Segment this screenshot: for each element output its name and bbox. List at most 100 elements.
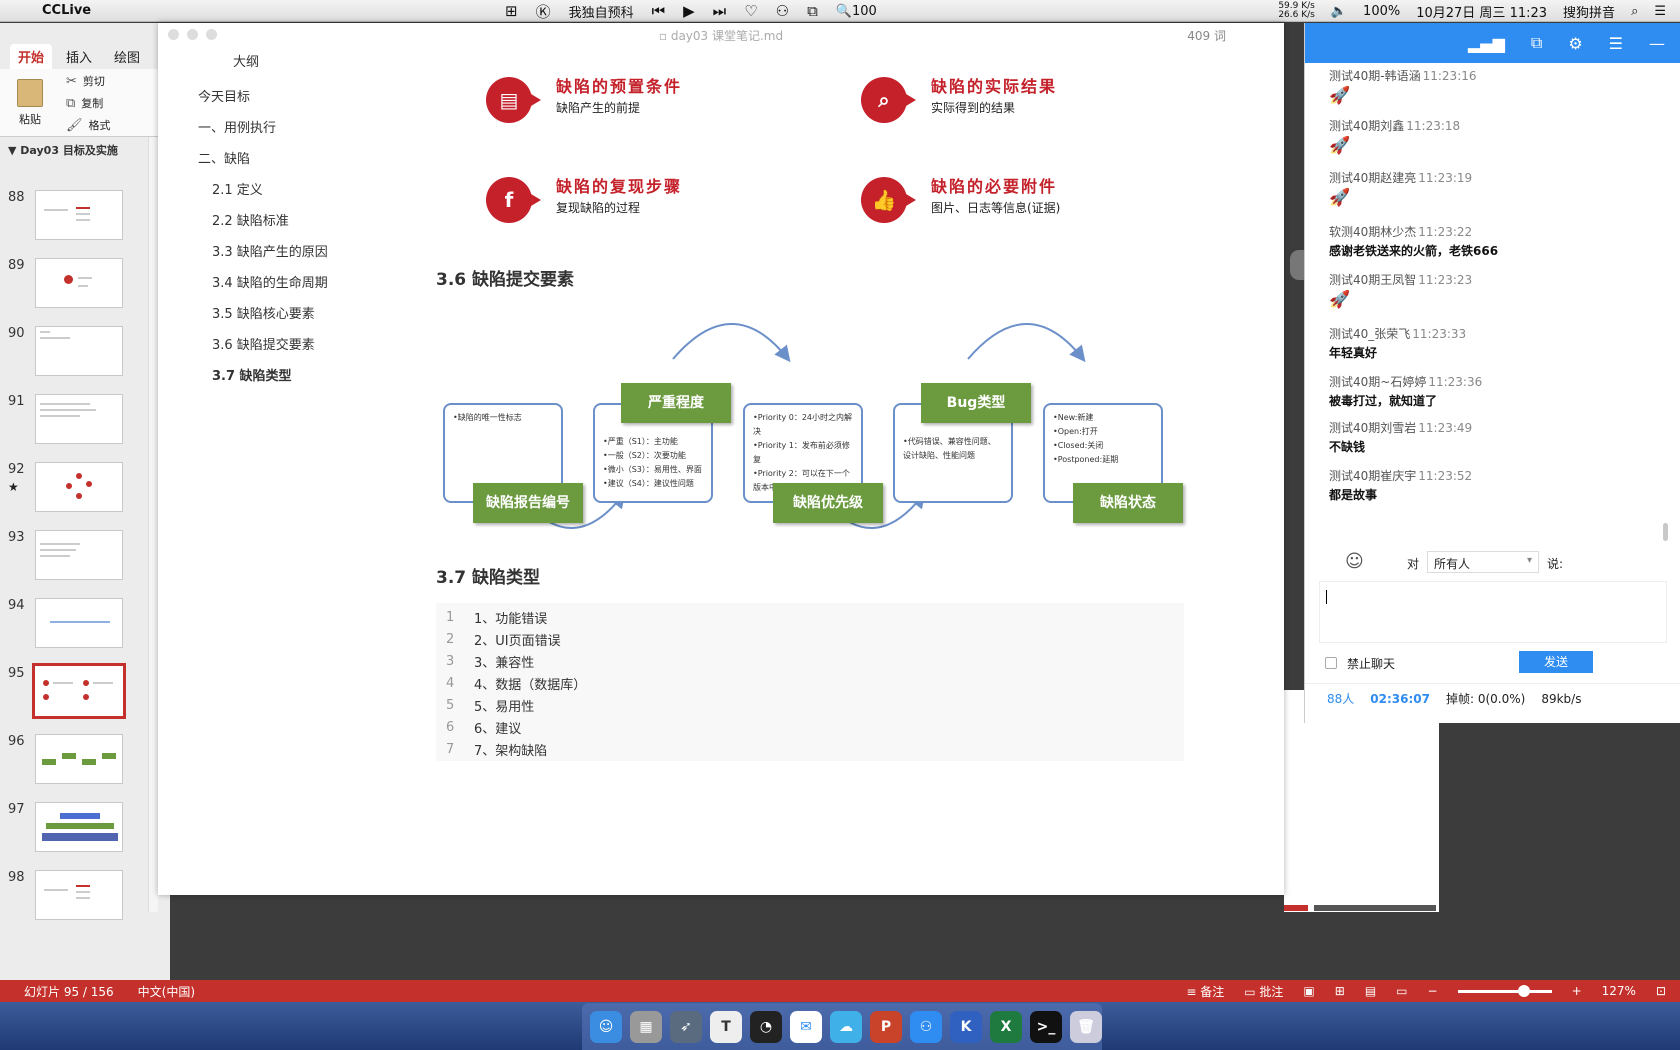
window-icon[interactable]: ⊞ (505, 2, 518, 20)
copy-label: 复制 (81, 97, 104, 110)
play-icon[interactable]: ▶ (683, 2, 695, 20)
send-button[interactable]: 发送 (1519, 651, 1593, 673)
code-line: 3 3、兼容性 (436, 650, 1184, 672)
outline-item[interactable]: 二、缺陷 (198, 148, 358, 171)
chat-input[interactable] (1319, 581, 1667, 643)
format-button[interactable]: 🖌 格式 (66, 117, 111, 133)
slideshow-icon[interactable]: ▭ (1396, 984, 1407, 998)
outline-item[interactable]: 3.6 缺陷提交要素 (198, 334, 358, 357)
menu-icon[interactable]: ☰ (1609, 34, 1623, 53)
spotlight-icon[interactable]: ⌕ (1631, 4, 1638, 19)
language[interactable]: 中文(中国) (138, 983, 195, 1000)
elapsed-time: 02:36:07 (1370, 691, 1430, 706)
tab-draw[interactable]: 绘图 (106, 44, 148, 69)
excel-icon[interactable]: X (990, 1010, 1022, 1043)
zoom-out-button[interactable]: − (1428, 984, 1438, 998)
slide-thumb[interactable]: 97 (0, 796, 150, 856)
launchpad-icon[interactable]: ▦ (630, 1010, 662, 1043)
mute-chat-checkbox[interactable] (1325, 657, 1337, 669)
code-block[interactable]: 1 1、功能错误 2 2、UI页面错误 3 3、兼容性 4 4、数据（数据库） 5 5、易… (436, 603, 1184, 761)
word-count[interactable]: 409 词 (1187, 27, 1226, 44)
slide-thumb[interactable]: 88 (0, 184, 150, 244)
speedometer-icon[interactable]: ◔ (750, 1010, 782, 1043)
outline-item-active[interactable]: 3.7 缺陷类型 (198, 365, 358, 388)
minimize-icon[interactable]: — (1649, 34, 1665, 53)
slide-thumb[interactable]: 96 (0, 728, 150, 788)
code-line: 2 2、UI页面错误 (436, 628, 1184, 650)
menu-bar: CCLive ⊞ Ⓚ 我独自预科 ⏮ ▶ ⏭ ♡ ⚇ ⧉ 🔍100 59.9 K… (0, 0, 1680, 22)
slide-thumb[interactable]: 90 (0, 320, 150, 380)
search-counter[interactable]: 🔍100 (836, 4, 877, 19)
trash-icon[interactable]: 🗑 (1070, 1010, 1102, 1043)
slide-thumb[interactable]: 91 (0, 388, 150, 448)
tab-insert[interactable]: 插入 (58, 44, 100, 69)
screen-icon[interactable]: ⧉ (807, 2, 818, 20)
k-icon[interactable]: Ⓚ (536, 1, 551, 22)
outline-item[interactable]: 今天目标 (198, 86, 358, 109)
gear-icon[interactable]: ⚙ (1568, 34, 1582, 53)
emoji-icon[interactable]: ☺ (1345, 551, 1364, 572)
slide-thumb[interactable]: 89 (0, 252, 150, 312)
chat-scrollbar[interactable] (1663, 523, 1668, 541)
outline-item[interactable]: 2.1 定义 (198, 179, 358, 202)
zoom-level[interactable]: 127% (1602, 984, 1636, 998)
cloud-icon[interactable]: ☁ (830, 1010, 862, 1043)
normal-view-icon[interactable]: ▣ (1303, 984, 1314, 998)
message-time: 11:23:23 (1418, 273, 1473, 287)
defect-elements-diagram: •缺陷的唯一性标志 缺陷报告编号 •严重（S1）：主功能 •一般（S2）：次要功… (443, 319, 1183, 559)
heart-icon[interactable]: ♡ (744, 2, 757, 20)
comments-button[interactable]: ▭ 批注 (1244, 983, 1283, 1000)
terminal-icon[interactable]: >_ (1030, 1010, 1062, 1043)
zoom-slider[interactable] (1457, 984, 1552, 997)
zoom-in-button[interactable]: + (1572, 984, 1582, 998)
copy-button[interactable]: ⧉ 复制 (66, 95, 103, 111)
fit-window-icon[interactable]: ⊡ (1656, 984, 1666, 998)
notes-button[interactable]: ≡ 备注 (1186, 983, 1224, 1000)
chat-toolbar: ▂▄▆ ⧉ ⚙ ☰ — (1305, 23, 1680, 63)
clock[interactable]: 10月27日 周三 11:23 (1416, 2, 1547, 21)
outline-item[interactable]: 3.4 缺陷的生命周期 (198, 272, 358, 295)
outline-item[interactable]: 3.5 缺陷核心要素 (198, 303, 358, 326)
dock: ☺ ▦ ➶ T ◔ ✉ ☁ P ⚇ K X >_ 🗑 (582, 1003, 1102, 1050)
menu-list-icon[interactable]: ☰ (1654, 4, 1666, 19)
battery-level[interactable]: 100% (1363, 4, 1400, 19)
finder-icon[interactable]: ☺ (590, 1010, 622, 1043)
section-header[interactable]: ▼ Day03 目标及实施 (8, 142, 118, 158)
qq-icon[interactable]: ✉ (790, 1010, 822, 1043)
slide-thumb[interactable]: 93 (0, 524, 150, 584)
previous-track-icon[interactable]: ⏮ (652, 2, 666, 20)
slide-thumb[interactable]: 92 ★ (0, 456, 150, 516)
paste-label: 粘贴 (19, 113, 41, 126)
slide-preview (32, 663, 126, 719)
rocket-icon[interactable]: ➶ (670, 1010, 702, 1043)
outline-item[interactable]: 一、用例执行 (198, 117, 358, 140)
message-text: 不缺钱 (1329, 440, 1366, 454)
sorter-view-icon[interactable]: ⊞ (1335, 984, 1345, 998)
typora-icon[interactable]: T (710, 1010, 742, 1043)
window-mode-icon[interactable]: ⧉ (1531, 33, 1542, 53)
next-track-icon[interactable]: ⏭ (713, 2, 727, 20)
feature-repro-steps: f 缺陷的复现步骤 复现缺陷的过程 (486, 173, 816, 229)
menubar-title[interactable]: 我独自预科 (569, 2, 634, 21)
k-app-icon[interactable]: K (950, 1010, 982, 1043)
outline-item[interactable]: 2.2 缺陷标准 (198, 210, 358, 233)
recipient-select[interactable]: 所有人 (1427, 551, 1539, 573)
paste-button[interactable]: 粘贴 (12, 79, 48, 127)
slide-thumb-selected[interactable]: 95 (0, 660, 150, 720)
network-icon[interactable]: ⚇ (910, 1010, 942, 1043)
share-icon[interactable]: ⚇ (776, 2, 789, 20)
cut-button[interactable]: ✂ 剪切 (66, 73, 105, 89)
line-text: 1、功能错误 (474, 611, 548, 627)
input-method[interactable]: 搜狗拼音 (1563, 2, 1615, 21)
slide-thumb[interactable]: 98 (0, 864, 150, 924)
app-menu[interactable]: CCLive (42, 3, 91, 18)
markdown-editor-window: ▫ day03 课堂笔记.md 409 词 大纲 今天目标 一、用例执行 二、缺… (158, 23, 1284, 895)
powerpoint-icon[interactable]: P (870, 1010, 902, 1043)
mute-chat-label: 禁止聊天 (1347, 657, 1396, 671)
outline-item[interactable]: 3.3 缺陷产生的原因 (198, 241, 358, 264)
tab-home[interactable]: 开始 (10, 44, 53, 69)
slide-thumb[interactable]: 94 (0, 592, 150, 652)
signal-icon[interactable]: ▂▄▆ (1468, 34, 1505, 53)
volume-icon[interactable]: 🔈 (1331, 4, 1347, 19)
reading-view-icon[interactable]: ▤ (1365, 984, 1376, 998)
